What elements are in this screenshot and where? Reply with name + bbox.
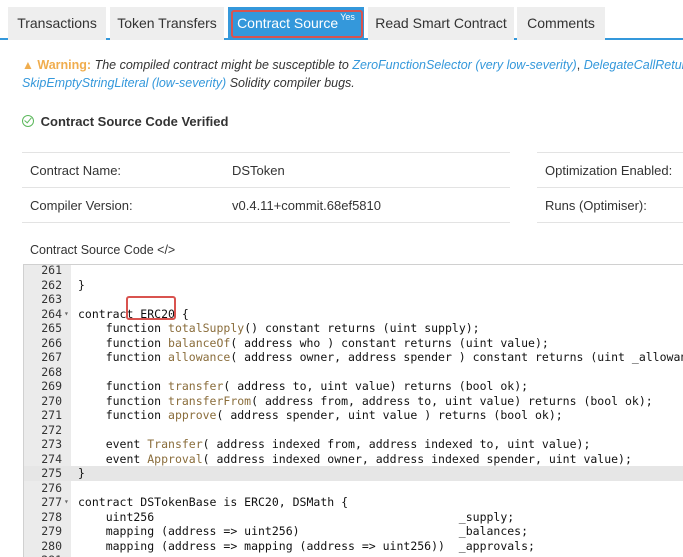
code-line: 270 function transferFrom( address from,… — [24, 394, 683, 409]
code-text: function transfer( address to, uint valu… — [78, 379, 529, 393]
contract-name-label: Contract Name: — [30, 163, 122, 178]
tab-transactions[interactable]: Transactions — [8, 7, 106, 40]
warning-separator: , — [576, 58, 581, 72]
line-number: 281 — [24, 553, 62, 557]
line-number: 279 — [41, 524, 62, 538]
code-text: } — [78, 466, 85, 480]
compiler-warning: ▲ Warning: The compiled contract might b… — [22, 56, 683, 92]
fold-toggle-icon[interactable]: ▾ — [64, 495, 69, 510]
source-code-label: Contract Source Code </> — [30, 243, 176, 257]
code-line: 278 uint256 _supply; — [24, 510, 683, 525]
code-line: 280 mapping (address => mapping (address… — [24, 539, 683, 554]
verified-heading: Contract Source Code Verified — [22, 114, 228, 129]
divider — [22, 222, 510, 223]
tab-label: Transactions — [17, 15, 97, 31]
compiler-version-label: Compiler Version: — [30, 198, 133, 213]
verified-badge: Yes — [340, 12, 355, 22]
code-text: function totalSupply() constant returns … — [78, 321, 480, 335]
code-line: 261 — [24, 264, 683, 278]
line-number: 269 — [41, 379, 62, 393]
divider — [22, 187, 510, 188]
tab-label: Contract Source — [237, 15, 339, 31]
verified-text: Contract Source Code Verified — [40, 114, 229, 129]
divider — [537, 222, 683, 223]
line-number: 264 — [41, 306, 62, 321]
line-number: 275 — [41, 466, 62, 480]
tab-comments[interactable]: Comments — [517, 7, 605, 40]
code-line: 276 — [24, 481, 683, 496]
code-line: 277 ▾ contract DSTokenBase is ERC20, DSMat… — [24, 495, 683, 510]
code-text: uint256 _supply; — [78, 509, 515, 524]
check-circle-icon — [22, 115, 34, 127]
line-number: 262 — [41, 277, 62, 292]
tab-label: Read Smart Contract — [375, 15, 507, 31]
compiler-version-value: v0.4.11+commit.68ef5810 — [232, 198, 381, 213]
tab-label: Comments — [527, 15, 595, 31]
code-line: 264 ▾ contract ERC20 { — [24, 307, 683, 322]
line-number: 276 — [41, 480, 62, 495]
bug-link-delegate-call-return-value[interactable]: DelegateCallReturnValue — [584, 58, 683, 72]
tab-label: Token Transfers — [117, 15, 217, 31]
tab-token-transfers[interactable]: Token Transfers — [110, 7, 224, 40]
bug-link-skip-empty-string-literal[interactable]: SkipEmptyStringLiteral (low-severity) — [22, 76, 226, 90]
line-number: 261 — [41, 264, 62, 277]
code-editor[interactable]: 261 262} 263 264 ▾ contract ERC20 {265 functi… — [23, 264, 683, 557]
bug-link-zero-function-selector[interactable]: ZeroFunctionSelector (very low-severity) — [352, 58, 576, 72]
code-line: 274 event Approval( address indexed owne… — [24, 452, 683, 467]
code-text: event Transfer( address indexed from, ad… — [78, 437, 591, 451]
line-number: 270 — [41, 393, 62, 408]
fold-toggle-icon[interactable]: ▾ — [64, 307, 69, 322]
runs-optimiser-label: Runs (Optimiser): — [545, 198, 647, 213]
line-number: 268 — [41, 364, 62, 379]
line-number: 280 — [41, 538, 62, 553]
code-line: 263 — [24, 292, 683, 307]
code-text: event Approval( address indexed owner, a… — [78, 451, 632, 466]
line-number: 278 — [41, 509, 62, 524]
code-line: 275} — [24, 466, 683, 481]
code-line: 271 function approve( address spender, u… — [24, 408, 683, 423]
warning-triangle-icon: ▲ — [22, 58, 34, 72]
tab-read-smart-contract[interactable]: Read Smart Contract — [368, 7, 514, 40]
line-number: 266 — [41, 335, 62, 350]
code-line: 272 — [24, 423, 683, 438]
code-text: function approve( address spender, uint … — [78, 408, 563, 422]
line-number: 277 — [41, 495, 62, 509]
code-line: 265 function totalSupply() constant retu… — [24, 321, 683, 336]
code-text: mapping (address => mapping (address => … — [78, 538, 535, 553]
divider — [537, 152, 683, 153]
line-number: 267 — [41, 350, 62, 364]
line-number: 271 — [41, 408, 62, 422]
tab-bar: Transactions Token Transfers Contract So… — [0, 0, 683, 40]
warning-text: Solidity compiler bugs. — [229, 76, 355, 90]
code-line: 268 — [24, 365, 683, 380]
code-line: 262} — [24, 278, 683, 293]
line-number: 273 — [41, 437, 62, 451]
code-line: 269 function transfer( address to, uint … — [24, 379, 683, 394]
code-text: contract DSTokenBase is ERC20, DSMath { — [78, 495, 349, 509]
code-text: } — [78, 277, 85, 292]
code-text: mapping (address => uint256) _balances; — [78, 524, 529, 538]
line-number: 272 — [41, 422, 62, 437]
code-text: function balanceOf( address who ) consta… — [78, 335, 549, 350]
code-line: 279 mapping (address => uint256) _balanc… — [24, 524, 683, 539]
line-number: 274 — [41, 451, 62, 466]
optimization-enabled-label: Optimization Enabled: — [545, 163, 673, 178]
contract-name-value: DSToken — [232, 163, 285, 178]
line-number: 265 — [41, 321, 62, 335]
code-line: 266 function balanceOf( address who ) co… — [24, 336, 683, 351]
warning-label: Warning: — [37, 58, 92, 72]
tab-contract-source[interactable]: Contract Source Yes — [228, 7, 364, 40]
line-number: 263 — [41, 292, 62, 306]
code-text: contract ERC20 { — [78, 306, 189, 321]
divider — [537, 187, 683, 188]
code-line: 281 — [24, 553, 683, 557]
warning-text: The compiled contract might be susceptib… — [94, 58, 349, 72]
code-line: 273 event Transfer( address indexed from… — [24, 437, 683, 452]
code-line: 267 function allowance( address owner, a… — [24, 350, 683, 365]
code-text: function allowance( address owner, addre… — [78, 350, 683, 364]
code-text: function transferFrom( address from, add… — [78, 393, 653, 408]
divider — [22, 152, 510, 153]
